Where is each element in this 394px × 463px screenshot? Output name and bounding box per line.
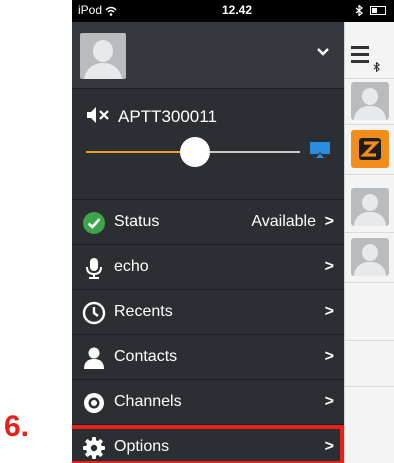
contact-avatar[interactable] bbox=[351, 238, 389, 276]
microphone-icon bbox=[82, 256, 106, 280]
chevron-right-icon: > bbox=[324, 303, 334, 320]
volume-slider-thumb[interactable] bbox=[180, 137, 210, 167]
menu-item-label: Recents bbox=[114, 303, 173, 320]
gear-icon bbox=[82, 436, 106, 460]
menu-item-channels[interactable]: Channels > bbox=[72, 380, 344, 425]
side-menu: APTT300011 Status Available > echo > Rec… bbox=[72, 22, 344, 463]
phone-screen: iPod 12.42 APTT300011 Status Available >… bbox=[72, 0, 394, 463]
menu-item-label: Contacts bbox=[114, 348, 178, 365]
chevron-right-icon: > bbox=[324, 348, 334, 365]
wifi-icon bbox=[105, 3, 117, 17]
clock-icon bbox=[82, 301, 106, 325]
chevron-right-icon: > bbox=[324, 438, 334, 455]
profile-header[interactable] bbox=[72, 22, 344, 89]
status-bar-time: 12.42 bbox=[222, 3, 253, 17]
status-value: Available bbox=[251, 213, 316, 230]
bluetooth-icon bbox=[355, 3, 366, 18]
contact-avatar[interactable] bbox=[351, 188, 389, 226]
airplay-icon[interactable] bbox=[309, 141, 331, 159]
menu-item-options[interactable]: Options > bbox=[72, 425, 344, 463]
step-number-label: 6. bbox=[4, 410, 30, 443]
speaker-muted-icon[interactable] bbox=[86, 106, 110, 129]
chevron-right-icon: > bbox=[324, 393, 334, 410]
zello-logo-icon[interactable] bbox=[351, 130, 389, 168]
menu-item-status[interactable]: Status Available > bbox=[72, 200, 344, 245]
menu-item-contacts[interactable]: Contacts > bbox=[72, 335, 344, 380]
background-contacts-pane bbox=[344, 22, 394, 463]
options-highlight-box bbox=[72, 425, 344, 463]
status-bar-device: iPod bbox=[78, 3, 117, 17]
chevron-down-icon[interactable] bbox=[316, 44, 330, 62]
menu-item-recents[interactable]: Recents > bbox=[72, 290, 344, 335]
avatar[interactable] bbox=[80, 33, 126, 79]
channels-icon bbox=[82, 391, 106, 415]
chevron-right-icon: > bbox=[324, 213, 334, 230]
channel-name: APTT300011 bbox=[118, 107, 217, 126]
chevron-right-icon: > bbox=[324, 258, 334, 275]
device-name: iPod bbox=[78, 3, 103, 17]
contact-avatar[interactable] bbox=[351, 82, 389, 120]
menu-item-label: echo bbox=[114, 258, 149, 275]
battery-icon bbox=[370, 6, 386, 16]
person-icon bbox=[82, 346, 106, 370]
volume-slider-track[interactable] bbox=[196, 151, 300, 153]
menu-item-echo[interactable]: echo > bbox=[72, 245, 344, 290]
hamburger-menu-icon[interactable] bbox=[351, 46, 369, 67]
status-check-icon bbox=[82, 211, 106, 235]
status-bar-right bbox=[355, 3, 386, 18]
active-channel-panel: APTT300011 bbox=[72, 89, 344, 200]
status-label: Status bbox=[114, 213, 160, 230]
menu-item-label: Channels bbox=[114, 393, 182, 410]
menu-item-label: Options bbox=[114, 438, 170, 455]
bluetooth-icon bbox=[373, 61, 380, 75]
status-bar: iPod 12.42 bbox=[72, 0, 394, 22]
